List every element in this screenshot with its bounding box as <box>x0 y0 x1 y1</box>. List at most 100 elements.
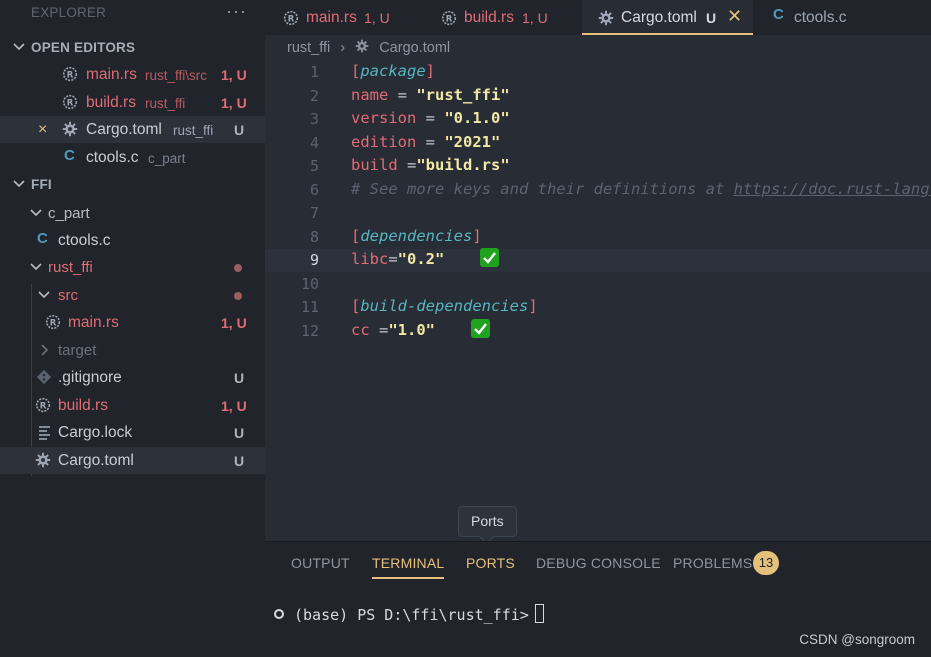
editor-tab-bar: R main.rs 1, U R build.rs 1, U Cargo.tom… <box>265 0 931 35</box>
chevron-right-icon <box>37 340 51 360</box>
panel-tab-terminal[interactable]: TERMINAL <box>372 555 445 579</box>
open-editor-build-rs[interactable]: R build.rs rust_ffi 1, U <box>0 89 265 116</box>
file-name: main.rs <box>68 314 119 331</box>
key: name <box>351 85 389 104</box>
key: edition <box>351 132 417 151</box>
checkmark-icon <box>480 248 500 267</box>
code-line: 4 edition = "2021" <box>265 132 931 155</box>
line-content: [dependencies] <box>351 227 482 245</box>
line-number: 10 <box>300 274 319 293</box>
workspace-section-ffi[interactable]: FFI <box>0 171 265 198</box>
workspace-label: FFI <box>31 177 52 192</box>
tree-file-cargo-lock[interactable]: Cargo.lock U <box>0 419 265 446</box>
operator: = <box>388 250 398 268</box>
key: build <box>351 156 398 174</box>
close-tab-icon[interactable]: ✕ <box>727 6 742 27</box>
open-editor-ctools-c[interactable]: C ctools.c c_part <box>0 144 265 171</box>
editor-area[interactable]: rust_ffi › Cargo.toml 1 [package] 2 name… <box>265 35 931 541</box>
panel-tab-problems[interactable]: PROBLEMS <box>673 555 752 577</box>
comment-link[interactable]: https://doc.rust-lang.org/cargo/referenc… <box>734 180 931 198</box>
tree-file-cargo-toml[interactable]: Cargo.toml U <box>0 447 265 474</box>
terminal-prompt: (base) PS D:\ffi\rust_ffi> <box>294 606 529 624</box>
code-line: 3 version = "0.1.0" <box>265 108 931 131</box>
git-status: 1, U <box>221 67 247 83</box>
open-editor-name: main.rs <box>86 66 137 83</box>
line-number: 2 <box>309 86 319 105</box>
operator: = <box>388 85 417 104</box>
git-status: 1, U <box>221 315 247 331</box>
line-content: version = "0.1.0" <box>351 109 510 127</box>
breadcrumb-folder[interactable]: rust_ffi <box>287 40 330 56</box>
rust-file-icon: R <box>62 94 78 110</box>
ports-tooltip: Ports <box>458 506 517 537</box>
comment: # See more keys and their definitions at <box>351 179 734 198</box>
line-number: 8 <box>309 227 319 246</box>
terminal[interactable]: (base) PS D:\ffi\rust_ffi> <box>274 604 544 625</box>
tree-file-main-rs[interactable]: R main.rs 1, U <box>0 309 265 336</box>
open-editor-name: Cargo.toml <box>86 121 162 138</box>
file-name: build.rs <box>58 397 108 414</box>
string-value: "build.rs" <box>416 156 510 174</box>
tab-ctools-c[interactable]: C ctools.c <box>755 0 875 35</box>
string-value: "2021" <box>444 132 501 151</box>
code-line: 12 cc ="1.0" <box>265 318 931 343</box>
line-content: name = "rust_ffi" <box>351 86 510 104</box>
rust-file-icon: R <box>45 314 61 330</box>
line-content: [build-dependencies] <box>351 297 538 315</box>
chevron-down-icon <box>29 257 43 277</box>
line-number: 5 <box>309 157 319 175</box>
git-status: U <box>234 370 245 386</box>
bottom-panel: OUTPUT TERMINAL PORTS DEBUG CONSOLE PROB… <box>265 541 931 657</box>
code-line: 10 <box>265 273 931 296</box>
code-line: 2 name = "rust_ffi" <box>265 85 931 108</box>
bracket: ] <box>528 297 538 315</box>
operator: = <box>369 320 389 339</box>
panel-tab-output[interactable]: OUTPUT <box>291 555 350 577</box>
line-content: build ="build.rs" <box>351 156 510 174</box>
terminal-status-icon <box>274 608 284 619</box>
line-content: edition = "2021" <box>351 133 500 151</box>
line-content: # See more keys and their definitions at… <box>351 180 931 198</box>
git-status: U <box>234 453 245 469</box>
terminal-cursor <box>534 604 544 623</box>
open-editors-section[interactable]: OPEN EDITORS <box>0 34 265 61</box>
tree-file-gitignore[interactable]: .gitignore U <box>0 364 265 391</box>
tree-folder-src[interactable]: src <box>0 282 265 309</box>
open-editor-cargo-toml[interactable]: × Cargo.toml rust_ffi U <box>0 116 265 143</box>
line-number: 3 <box>309 110 319 128</box>
bracket: ] <box>425 62 436 80</box>
tree-folder-c-part[interactable]: c_part <box>0 200 265 227</box>
svg-text:R: R <box>446 14 453 24</box>
more-actions-icon[interactable]: ··· <box>226 1 247 22</box>
gear-icon <box>35 452 51 468</box>
modified-dot-icon <box>234 292 242 300</box>
open-editor-name: build.rs <box>86 94 136 111</box>
chevron-down-icon <box>29 203 43 223</box>
open-editor-main-rs[interactable]: R main.rs rust_ffi\src 1, U <box>0 61 265 88</box>
tree-folder-target[interactable]: target <box>0 337 265 364</box>
tab-status: 1, U <box>364 10 390 26</box>
tab-label: ctools.c <box>794 9 847 26</box>
operator: = <box>416 132 445 151</box>
rust-file-icon: R <box>62 66 78 82</box>
close-editor-icon[interactable]: × <box>38 121 47 139</box>
c-file-icon: C <box>37 230 48 247</box>
code-line: 8 [dependencies] <box>265 226 931 249</box>
tab-build-rs[interactable]: R build.rs 1, U <box>423 0 581 35</box>
panel-tab-ports[interactable]: PORTS <box>466 555 515 577</box>
rust-file-icon: R <box>283 10 299 26</box>
tree-file-build-rs[interactable]: R build.rs 1, U <box>0 392 265 419</box>
tab-label: Cargo.toml <box>621 9 697 26</box>
tab-cargo-toml[interactable]: Cargo.toml U ✕ <box>582 0 753 35</box>
line-number: 4 <box>309 133 319 152</box>
breadcrumb: rust_ffi › Cargo.toml <box>287 39 450 57</box>
panel-tab-debug-console[interactable]: DEBUG CONSOLE <box>536 555 661 577</box>
tab-main-rs[interactable]: R main.rs 1, U <box>265 0 420 35</box>
lines-file-icon <box>38 424 54 440</box>
string-value: "rust_ffi" <box>416 85 510 104</box>
breadcrumb-file[interactable]: Cargo.toml <box>379 40 450 56</box>
open-editors-label: OPEN EDITORS <box>31 40 136 55</box>
tree-file-ctools-c[interactable]: C ctools.c <box>0 227 265 254</box>
tree-folder-rust-ffi[interactable]: rust_ffi <box>0 254 265 281</box>
line-number: 1 <box>309 63 319 81</box>
